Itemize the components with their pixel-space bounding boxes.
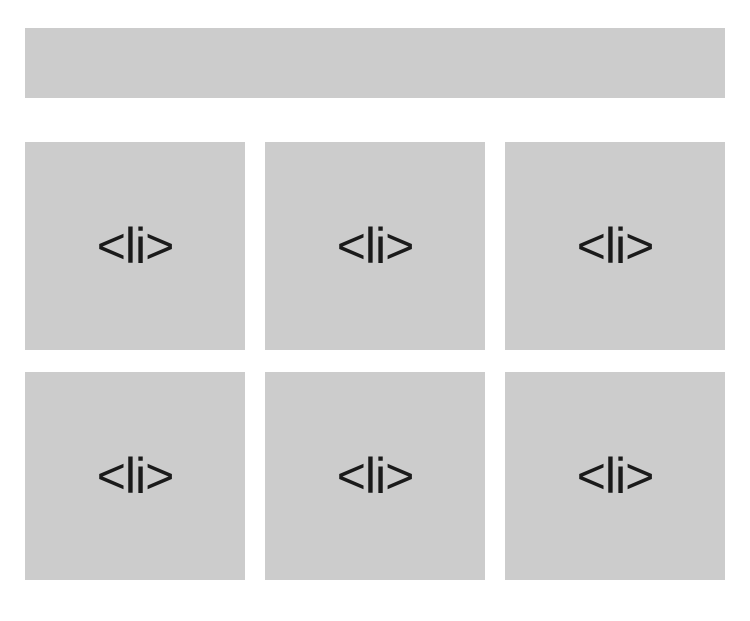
list-item-tile: <li>: [265, 372, 485, 580]
list-item-tile: <li>: [505, 142, 725, 350]
tile-label: <li>: [577, 447, 654, 505]
tile-label: <li>: [97, 217, 174, 275]
list-item-tile: <li>: [25, 142, 245, 350]
tile-grid: <li> <li> <li> <li> <li> <li>: [25, 142, 725, 580]
header-banner: [25, 28, 725, 98]
list-item-tile: <li>: [265, 142, 485, 350]
tile-label: <li>: [97, 447, 174, 505]
list-item-tile: <li>: [505, 372, 725, 580]
list-item-tile: <li>: [25, 372, 245, 580]
tile-label: <li>: [577, 217, 654, 275]
tile-label: <li>: [337, 217, 414, 275]
tile-label: <li>: [337, 447, 414, 505]
